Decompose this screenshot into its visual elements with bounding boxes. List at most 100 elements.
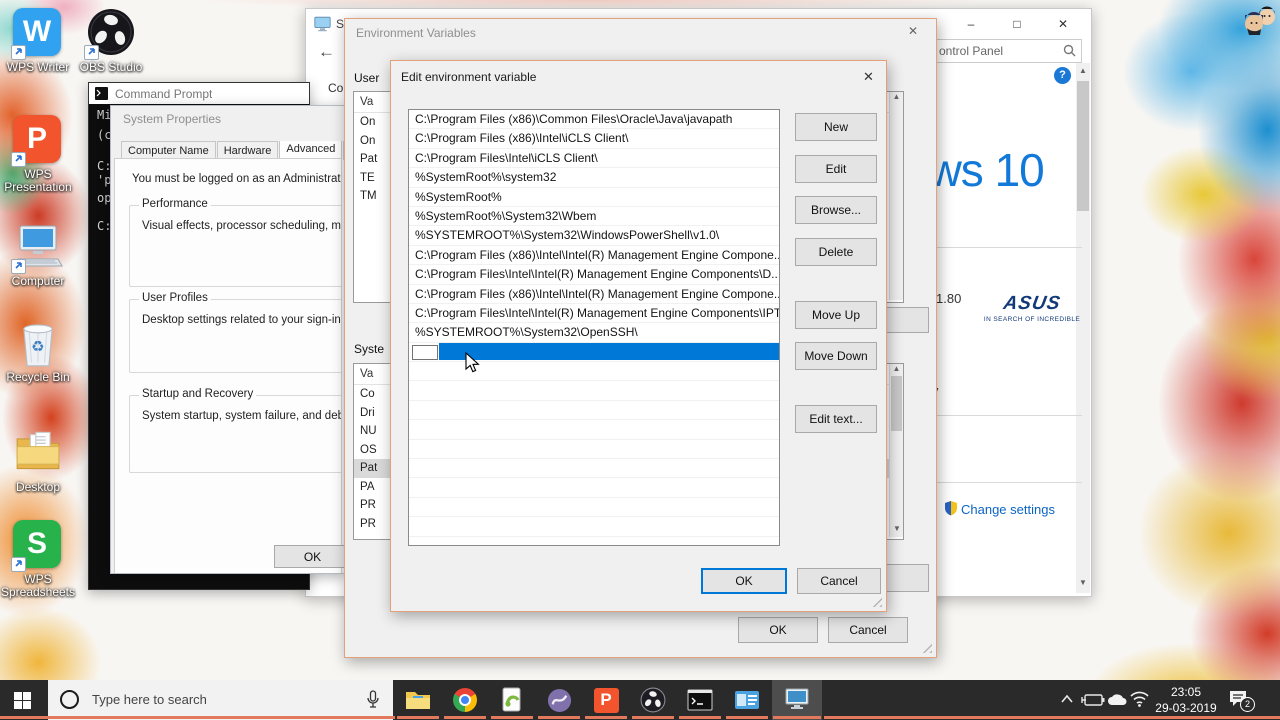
- scroll-up-icon[interactable]: ▲: [1079, 66, 1087, 75]
- tab-page: You must be logged on as an Administrato…: [114, 158, 342, 573]
- close-icon[interactable]: ✕: [863, 69, 874, 85]
- taskbar-chrome[interactable]: [443, 680, 487, 720]
- path-list-item[interactable]: C:\Program Files\Intel\Intel(R) Manageme…: [409, 304, 779, 324]
- close-icon[interactable]: ✕: [908, 24, 918, 38]
- search-icon: [1063, 44, 1076, 57]
- running-indicator: [773, 716, 821, 719]
- microphone-icon[interactable]: [366, 690, 380, 709]
- desktop-icon-obs-studio[interactable]: OBS Studio: [73, 8, 149, 74]
- help-icon[interactable]: ?: [1054, 67, 1071, 84]
- taskbar-notepad-plus-plus[interactable]: [490, 680, 534, 720]
- path-list-item[interactable]: %SystemRoot%: [409, 188, 779, 207]
- wifi-icon[interactable]: [1130, 691, 1149, 707]
- path-list-item[interactable]: %SystemRoot%\system32: [409, 168, 779, 188]
- nav-fragment[interactable]: Co: [328, 81, 343, 95]
- change-settings-link[interactable]: Change settings: [961, 502, 1055, 517]
- desktop-icon-wps-spreadsheets[interactable]: S WPS Spreadsheets: [0, 520, 76, 599]
- desktop-icon-computer[interactable]: Computer: [0, 222, 76, 288]
- empty-row[interactable]: [409, 401, 779, 421]
- taskbar-command-prompt[interactable]: [678, 680, 722, 720]
- resize-grip[interactable]: [921, 642, 932, 653]
- command-prompt-icon: [687, 689, 713, 711]
- close-button[interactable]: ✕: [1040, 9, 1086, 39]
- move-up-button[interactable]: Move Up: [795, 301, 877, 329]
- taskbar-wps-presentation[interactable]: P: [584, 680, 628, 720]
- desktop-icon-wps-presentation[interactable]: P WPS Presentation: [0, 115, 76, 194]
- path-list-item[interactable]: C:\Program Files\Intel\iCLS Client\: [409, 149, 779, 169]
- delete-button[interactable]: Delete: [795, 238, 877, 266]
- maximize-button[interactable]: □: [994, 9, 1040, 39]
- taskbar-search-box[interactable]: Type here to search: [48, 680, 393, 720]
- empty-row[interactable]: [409, 459, 779, 479]
- system-table-scrollbar[interactable]: ▲ ▼: [889, 364, 903, 537]
- empty-row[interactable]: [409, 420, 779, 440]
- taskbar-file-explorer[interactable]: [396, 680, 440, 720]
- scrollbar-thumb[interactable]: [1077, 81, 1089, 211]
- desktop-icon-wps-writer[interactable]: W WPS Writer: [0, 8, 76, 74]
- path-list-item[interactable]: C:\Program Files (x86)\Intel\Intel(R) Ma…: [409, 246, 779, 266]
- empty-row[interactable]: [409, 440, 779, 460]
- scroll-down-icon[interactable]: ▼: [1079, 578, 1087, 587]
- cancel-button[interactable]: Cancel: [797, 568, 881, 594]
- app-card-icon: [735, 691, 759, 709]
- path-list-item[interactable]: C:\Program Files (x86)\Common Files\Orac…: [409, 110, 779, 130]
- path-list[interactable]: C:\Program Files (x86)\Common Files\Orac…: [408, 109, 780, 546]
- control-panel-search-box[interactable]: ontrol Panel: [926, 39, 1082, 63]
- taskbar-system-window-active[interactable]: [772, 680, 822, 720]
- folder-icon: [16, 431, 60, 470]
- tray-chevron-up-icon[interactable]: [1060, 694, 1074, 704]
- path-list-item[interactable]: C:\Program Files (x86)\Intel\Intel(R) Ma…: [409, 285, 779, 304]
- user-variables-label: User: [354, 71, 380, 85]
- shortcut-arrow-icon: [11, 557, 26, 572]
- running-indicator: [679, 716, 721, 719]
- taskbar-app[interactable]: [725, 680, 769, 720]
- desktop-icon-recycle-bin[interactable]: ♻ Recycle Bin: [0, 318, 76, 384]
- empty-row[interactable]: [409, 478, 779, 498]
- path-list-item[interactable]: %SystemRoot%\System32\Wbem: [409, 207, 779, 227]
- ok-button[interactable]: OK: [701, 568, 787, 594]
- path-list-item[interactable]: %SYSTEMROOT%\System32\OpenSSH\: [409, 323, 779, 343]
- resize-grip[interactable]: [871, 596, 882, 607]
- path-list-item[interactable]: C:\Program Files\Intel\Intel(R) Manageme…: [409, 265, 779, 285]
- scrollbar-thumb[interactable]: [891, 376, 902, 431]
- env-cancel-button[interactable]: Cancel: [828, 617, 908, 643]
- start-button[interactable]: [0, 680, 44, 720]
- move-down-button[interactable]: Move Down: [795, 342, 877, 370]
- scroll-down-icon[interactable]: ▼: [893, 524, 901, 533]
- clock[interactable]: 23:05 29-03-2019: [1150, 684, 1222, 716]
- onedrive-cloud-icon[interactable]: [1106, 692, 1128, 707]
- running-indicator: [726, 716, 768, 719]
- bittorrent-icon: [547, 688, 571, 712]
- sysprops-ok-button[interactable]: OK: [274, 545, 345, 568]
- inline-edit-box[interactable]: [412, 344, 438, 360]
- path-list-item[interactable]: C:\Program Files (x86)\Intel\iCLS Client…: [409, 129, 779, 149]
- empty-row[interactable]: [409, 381, 779, 401]
- empty-row[interactable]: [409, 517, 779, 537]
- empty-row[interactable]: [409, 498, 779, 518]
- back-arrow-icon[interactable]: ←: [318, 42, 335, 62]
- user-table-scrollbar[interactable]: ▲: [889, 92, 903, 300]
- desktop-icon-label: WPS Spreadsheets: [0, 572, 76, 599]
- obs-studio-icon: [640, 687, 666, 713]
- desktop-icon-desktop-folder[interactable]: Desktop: [0, 428, 76, 494]
- taskbar: Type here to search P 23:05 29-03-2019 2: [0, 680, 1280, 720]
- asus-logo: ASUS IN SEARCH OF INCREDIBLE: [983, 293, 1081, 323]
- search-text: ontrol Panel: [939, 44, 1004, 58]
- action-center-icon[interactable]: 2: [1228, 689, 1255, 712]
- taskbar-underline: [824, 716, 1280, 719]
- edit-text-button[interactable]: Edit text...: [795, 405, 877, 433]
- window-scrollbar[interactable]: ▲ ▼: [1076, 63, 1090, 593]
- dialog-title: Edit environment variable: [401, 70, 537, 84]
- browse-button[interactable]: Browse...: [795, 196, 877, 224]
- edit-button[interactable]: Edit: [795, 155, 877, 183]
- battery-icon[interactable]: [1081, 692, 1105, 708]
- taskbar-obs-studio[interactable]: [631, 680, 675, 720]
- taskbar-bittorrent[interactable]: [537, 680, 581, 720]
- cmd-titlebar[interactable]: Command Prompt: [89, 83, 309, 104]
- path-list-item[interactable]: %SYSTEMROOT%\System32\WindowsPowerShell\…: [409, 226, 779, 246]
- env-ok-button[interactable]: OK: [738, 617, 818, 643]
- tray-date: 29-03-2019: [1155, 701, 1217, 715]
- new-button[interactable]: New: [795, 113, 877, 141]
- minimize-button[interactable]: –: [948, 9, 994, 39]
- search-placeholder: Type here to search: [92, 692, 207, 707]
